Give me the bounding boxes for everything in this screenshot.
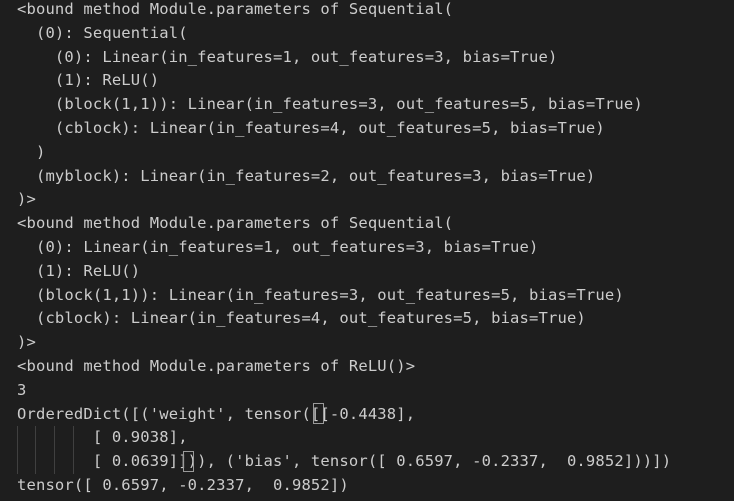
terminal-output-panel[interactable]: <bound method Module.parameters of Seque… bbox=[0, 0, 734, 501]
output-line: )> bbox=[17, 333, 36, 352]
output-line: (cblock): Linear(in_features=4, out_feat… bbox=[17, 309, 586, 328]
output-line: (block(1,1)): Linear(in_features=3, out_… bbox=[17, 285, 624, 304]
output-line: (1): ReLU() bbox=[17, 261, 141, 280]
output-line: OrderedDict([('weight', tensor([[-0.4438… bbox=[17, 404, 416, 423]
output-line: (0): Linear(in_features=1, out_features=… bbox=[17, 238, 539, 256]
output-line: [ 0.9038], bbox=[17, 428, 188, 447]
output-line: (1): ReLU() bbox=[17, 71, 160, 90]
output-line: 3 bbox=[17, 380, 27, 399]
bracket-match-highlight bbox=[313, 403, 324, 424]
indent-guide bbox=[35, 426, 36, 474]
bracket-match-highlight bbox=[183, 451, 194, 472]
indent-guide bbox=[54, 426, 55, 474]
output-line: (0): Linear(in_features=1, out_features=… bbox=[17, 47, 558, 66]
output-line: (cblock): Linear(in_features=4, out_feat… bbox=[17, 119, 605, 137]
output-line: <bound method Module.parameters of Seque… bbox=[17, 0, 454, 18]
output-line: )> bbox=[17, 190, 36, 209]
output-line: [ 0.0639]])), ('bias', tensor([ 0.6597, … bbox=[17, 452, 672, 471]
output-line: (0): Sequential( bbox=[17, 23, 188, 42]
output-line: (block(1,1)): Linear(in_features=3, out_… bbox=[17, 95, 643, 114]
indent-guide bbox=[17, 426, 18, 474]
indent-guide bbox=[73, 426, 74, 474]
output-line: <bound method Module.parameters of Seque… bbox=[17, 214, 454, 233]
output-line: (myblock): Linear(in_features=2, out_fea… bbox=[17, 166, 596, 185]
output-line: ) bbox=[17, 142, 46, 161]
output-line: <bound method Module.parameters of ReLU(… bbox=[17, 357, 416, 375]
output-line: tensor([ 0.6597, -0.2337, 0.9852]) bbox=[17, 476, 349, 494]
